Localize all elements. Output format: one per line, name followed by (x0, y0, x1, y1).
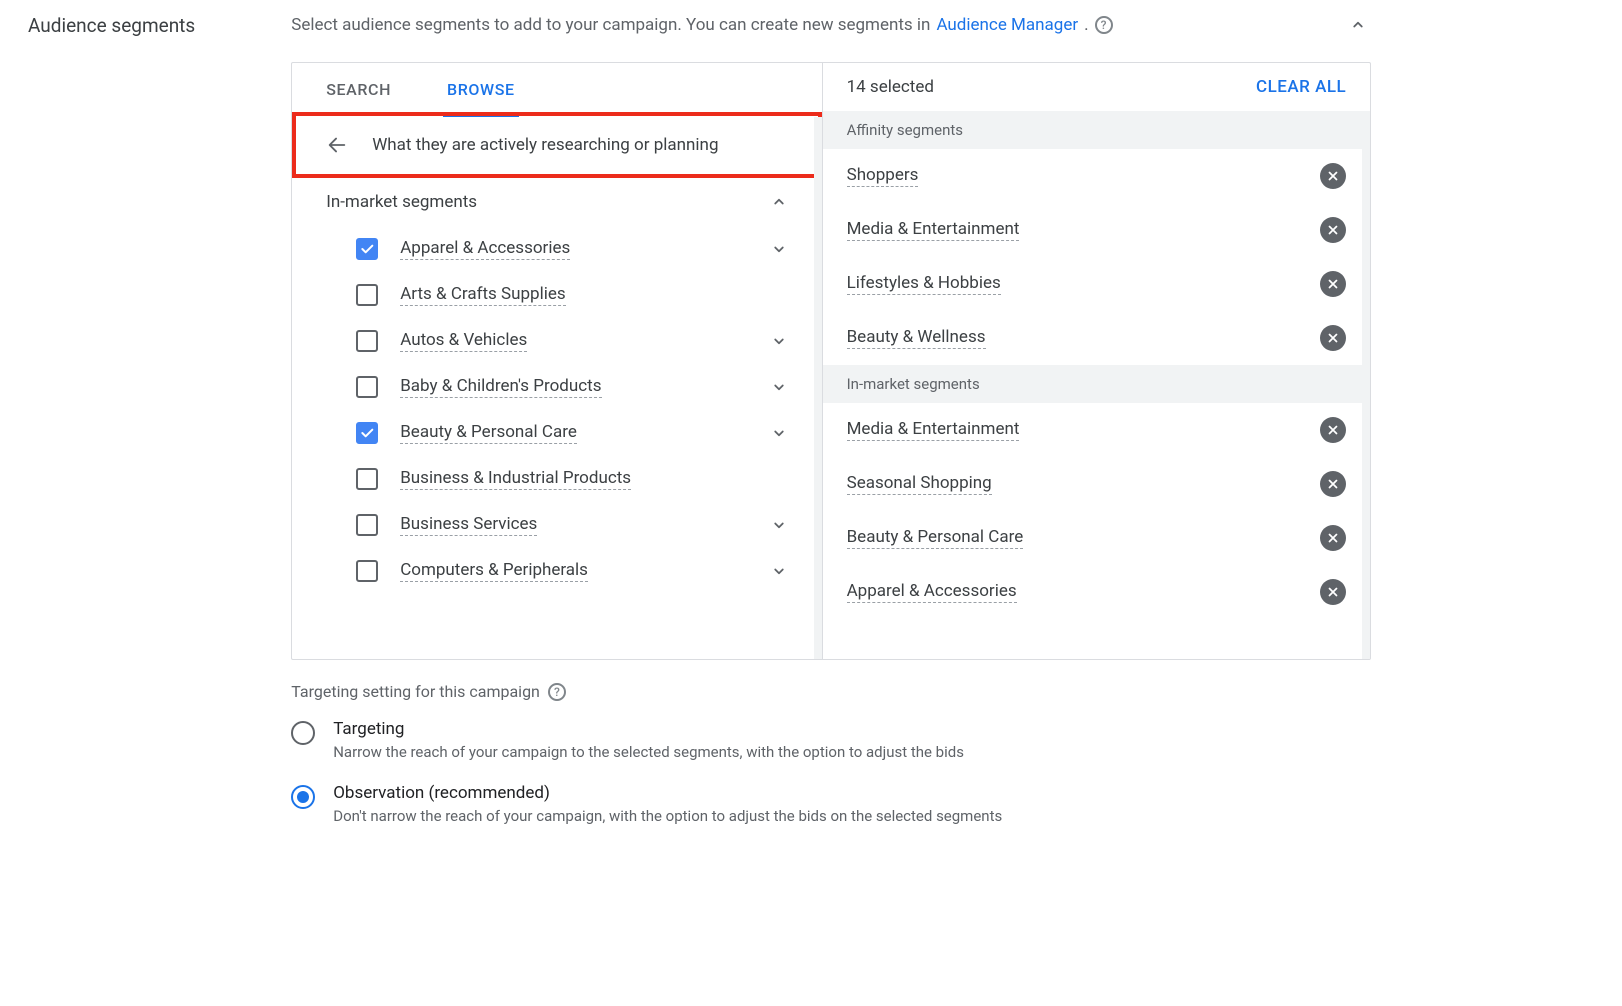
selected-panel: 14 selected CLEAR ALL Affinity segments S… (823, 63, 1371, 659)
checkbox[interactable] (356, 284, 378, 306)
browse-panel: SEARCH BROWSE What they are actively res… (292, 63, 822, 659)
checkbox[interactable] (356, 376, 378, 398)
segment-label: Beauty & Personal Care (400, 422, 577, 444)
segment-label: Media & Entertainment (847, 419, 1020, 441)
segment-label: Shoppers (847, 165, 919, 187)
selected-group-header: Affinity segments (823, 111, 1371, 149)
checkbox[interactable] (356, 514, 378, 536)
selected-item: Apparel & Accessories (823, 565, 1371, 619)
segment-label: Seasonal Shopping (847, 473, 992, 495)
browse-item[interactable]: Apparel & Accessories (292, 226, 821, 272)
segment-label: Autos & Vehicles (400, 330, 527, 352)
targeting-option-label: Observation (recommended) (333, 783, 1002, 803)
segment-label: Computers & Peripherals (400, 560, 588, 582)
selected-count: 14 selected (847, 77, 934, 97)
selected-item: Media & Entertainment (823, 203, 1371, 257)
chevron-down-icon[interactable] (770, 378, 788, 396)
remove-button[interactable] (1320, 325, 1346, 351)
browse-item[interactable]: Beauty & Personal Care (292, 410, 821, 456)
browse-item[interactable]: Autos & Vehicles (292, 318, 821, 364)
back-arrow-icon[interactable] (326, 134, 348, 156)
remove-button[interactable] (1320, 271, 1346, 297)
selected-item: Shoppers (823, 149, 1371, 203)
targeting-option-desc: Narrow the reach of your campaign to the… (333, 743, 964, 761)
segment-label: Business & Industrial Products (400, 468, 631, 490)
intro-text: Select audience segments to add to your … (291, 12, 1371, 38)
targeting-option[interactable]: Targeting Narrow the reach of your campai… (291, 719, 1371, 761)
chevron-down-icon[interactable] (770, 424, 788, 442)
radio-button[interactable] (291, 785, 315, 809)
group-header-inmarket[interactable]: In-market segments (292, 178, 821, 226)
tab-browse[interactable]: BROWSE (447, 63, 515, 115)
checkbox[interactable] (356, 560, 378, 582)
chevron-down-icon[interactable] (770, 562, 788, 580)
checkbox[interactable] (356, 422, 378, 444)
selected-item: Media & Entertainment (823, 403, 1371, 457)
segment-label: Baby & Children's Products (400, 376, 601, 398)
scrollbar-thumb[interactable] (814, 245, 822, 445)
targeting-option[interactable]: Observation (recommended) Don't narrow th… (291, 783, 1371, 825)
intro-prefix: Select audience segments to add to your … (291, 15, 930, 35)
remove-button[interactable] (1320, 217, 1346, 243)
chevron-down-icon[interactable] (770, 240, 788, 258)
targeting-option-label: Targeting (333, 719, 964, 739)
segment-picker: SEARCH BROWSE What they are actively res… (291, 62, 1371, 660)
scrollbar-thumb[interactable] (1362, 119, 1370, 479)
targeting-heading-text: Targeting setting for this campaign (291, 682, 540, 701)
browse-item[interactable]: Computers & Peripherals (292, 548, 821, 594)
segment-label: Arts & Crafts Supplies (400, 284, 565, 306)
browse-list: Apparel & Accessories Arts & Crafts Suppl… (292, 226, 821, 659)
remove-button[interactable] (1320, 417, 1346, 443)
selected-group-header: In-market segments (823, 365, 1371, 403)
segment-label: Apparel & Accessories (400, 238, 570, 260)
browse-item[interactable]: Arts & Crafts Supplies (292, 272, 821, 318)
browse-item[interactable]: Business Services (292, 502, 821, 548)
chevron-down-icon[interactable] (770, 516, 788, 534)
highlighted-region: What they are actively researching or pl… (292, 112, 821, 178)
tab-search[interactable]: SEARCH (326, 63, 391, 115)
segment-label: Beauty & Personal Care (847, 527, 1024, 549)
segment-label: Lifestyles & Hobbies (847, 273, 1001, 295)
remove-button[interactable] (1320, 471, 1346, 497)
selected-item: Lifestyles & Hobbies (823, 257, 1371, 311)
selected-item: Beauty & Wellness (823, 311, 1371, 365)
browse-item[interactable]: Baby & Children's Products (292, 364, 821, 410)
browse-item[interactable]: Business & Industrial Products (292, 456, 821, 502)
breadcrumb-label: What they are actively researching or pl… (372, 135, 718, 155)
segment-label: Business Services (400, 514, 537, 536)
group-header-label: In-market segments (326, 192, 477, 212)
section-title: Audience segments (28, 12, 195, 37)
chevron-down-icon[interactable] (770, 332, 788, 350)
segment-label: Apparel & Accessories (847, 581, 1017, 603)
audience-manager-link[interactable]: Audience Manager (936, 15, 1078, 35)
chevron-up-icon (770, 193, 788, 211)
selected-item: Beauty & Personal Care (823, 511, 1371, 565)
collapse-section-button[interactable] (1345, 12, 1371, 38)
remove-button[interactable] (1320, 579, 1346, 605)
radio-button[interactable] (291, 721, 315, 745)
intro-suffix: . (1084, 15, 1088, 35)
segment-label: Media & Entertainment (847, 219, 1020, 241)
remove-button[interactable] (1320, 525, 1346, 551)
help-icon[interactable]: ? (548, 683, 566, 701)
targeting-option-desc: Don't narrow the reach of your campaign,… (333, 807, 1002, 825)
segment-label: Beauty & Wellness (847, 327, 986, 349)
checkbox[interactable] (356, 330, 378, 352)
checkbox[interactable] (356, 468, 378, 490)
remove-button[interactable] (1320, 163, 1346, 189)
targeting-heading: Targeting setting for this campaign ? (291, 682, 1371, 701)
clear-all-button[interactable]: CLEAR ALL (1256, 77, 1346, 97)
checkbox[interactable] (356, 238, 378, 260)
help-icon[interactable]: ? (1095, 16, 1113, 34)
selected-item: Seasonal Shopping (823, 457, 1371, 511)
